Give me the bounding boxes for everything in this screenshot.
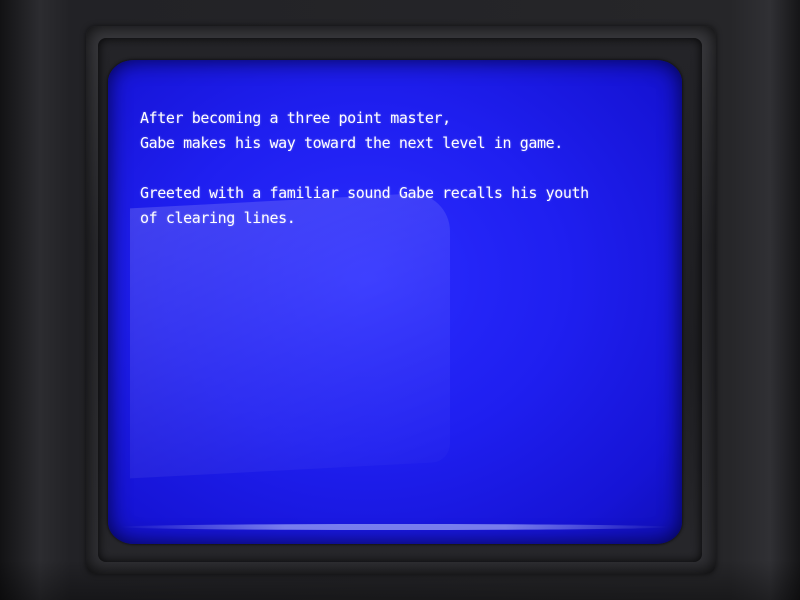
- screen-edge-reflection: [120, 524, 670, 530]
- arcade-cabinet: After becoming a three point master, Gab…: [0, 0, 800, 600]
- story-line-1: After becoming a three point master,: [140, 109, 451, 127]
- crt-screen[interactable]: After becoming a three point master, Gab…: [108, 60, 682, 544]
- story-dialog: After becoming a three point master, Gab…: [140, 106, 660, 231]
- story-line-3: Greeted with a familiar sound Gabe recal…: [140, 184, 589, 202]
- screen-glare: [130, 191, 450, 479]
- story-line-2: Gabe makes his way toward the next level…: [140, 134, 563, 152]
- story-line-4: of clearing lines.: [140, 209, 296, 227]
